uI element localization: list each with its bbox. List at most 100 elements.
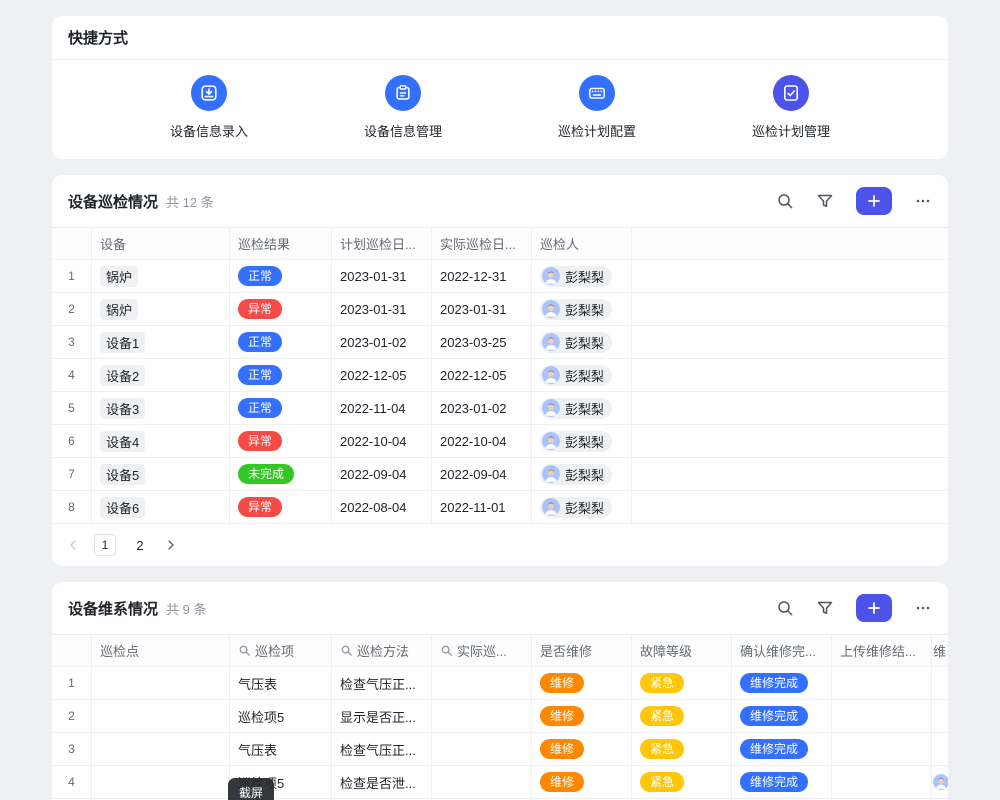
inspector-cell[interactable]: 彭梨梨 xyxy=(532,293,632,325)
planned-date-cell[interactable]: 2023-01-02 xyxy=(332,326,432,358)
actual-date-cell[interactable]: 2022-09-04 xyxy=(432,458,532,490)
row-number[interactable]: 3 xyxy=(52,326,92,358)
table-row[interactable]: 3 气压表 检查气压正... 维修 紧急 维修完成 xyxy=(52,733,948,766)
result-cell[interactable]: 异常 xyxy=(230,491,332,523)
method-cell[interactable]: 检查是否泄... xyxy=(332,766,432,798)
item-cell[interactable]: 气压表 xyxy=(230,733,332,765)
search-icon[interactable] xyxy=(776,192,794,210)
result-cell[interactable]: 异常 xyxy=(230,425,332,457)
row-number[interactable]: 3 xyxy=(52,733,92,765)
more-icon[interactable] xyxy=(914,599,932,617)
device-cell[interactable]: 设备3 xyxy=(92,392,230,424)
result-cell[interactable]: 异常 xyxy=(230,293,332,325)
add-record-button[interactable] xyxy=(856,187,892,215)
repair-cell[interactable]: 维修 xyxy=(532,700,632,732)
filter-icon[interactable] xyxy=(816,192,834,210)
level-cell[interactable]: 紧急 xyxy=(632,733,732,765)
table-row[interactable]: 5 设备3 正常 2022-11-04 2023-01-02 彭梨梨 xyxy=(52,392,948,425)
inspector-cell[interactable]: 彭梨梨 xyxy=(532,392,632,424)
result-cell[interactable]: 未完成 xyxy=(230,458,332,490)
device-cell[interactable]: 锅炉 xyxy=(92,293,230,325)
level-cell[interactable]: 紧急 xyxy=(632,667,732,699)
confirm-cell[interactable]: 维修完成 xyxy=(732,700,832,732)
row-number[interactable]: 4 xyxy=(52,766,92,798)
planned-date-cell[interactable]: 2023-01-31 xyxy=(332,260,432,292)
inspector-cell[interactable]: 彭梨梨 xyxy=(532,260,632,292)
row-number[interactable]: 7 xyxy=(52,458,92,490)
table-row[interactable]: 4 设备2 正常 2022-12-05 2022-12-05 彭梨梨 xyxy=(52,359,948,392)
extra-cell[interactable] xyxy=(932,667,948,699)
device-cell[interactable]: 设备2 xyxy=(92,359,230,391)
upload-cell[interactable] xyxy=(832,667,932,699)
column-header-level[interactable]: 故障等级 xyxy=(632,635,732,666)
inspector-cell[interactable]: 彭梨梨 xyxy=(532,425,632,457)
result-cell[interactable]: 正常 xyxy=(230,260,332,292)
column-header-inspector[interactable]: 巡检人 xyxy=(532,228,632,259)
column-header-upload[interactable]: 上传维修结... xyxy=(832,635,932,666)
page-button[interactable]: 2 xyxy=(130,538,150,553)
device-cell[interactable]: 锅炉 xyxy=(92,260,230,292)
actual-cell[interactable] xyxy=(432,733,532,765)
confirm-cell[interactable]: 维修完成 xyxy=(732,766,832,798)
shortcut-plan-manage[interactable]: 巡检计划管理 xyxy=(694,75,888,140)
column-header-extra[interactable]: 维 xyxy=(932,635,948,666)
method-cell[interactable]: 检查气压正... xyxy=(332,733,432,765)
table-row[interactable]: 8 设备6 异常 2022-08-04 2022-11-01 彭梨梨 xyxy=(52,491,948,524)
actual-date-cell[interactable]: 2023-01-02 xyxy=(432,392,532,424)
result-cell[interactable]: 正常 xyxy=(230,326,332,358)
actual-cell[interactable] xyxy=(432,700,532,732)
result-cell[interactable]: 正常 xyxy=(230,359,332,391)
level-cell[interactable]: 紧急 xyxy=(632,766,732,798)
table-row[interactable]: 2 巡检项5 显示是否正... 维修 紧急 维修完成 xyxy=(52,700,948,733)
inspector-cell[interactable]: 彭梨梨 xyxy=(532,359,632,391)
table-row[interactable]: 3 设备1 正常 2023-01-02 2023-03-25 彭梨梨 xyxy=(52,326,948,359)
actual-date-cell[interactable]: 2022-10-04 xyxy=(432,425,532,457)
actual-date-cell[interactable]: 2023-03-25 xyxy=(432,326,532,358)
method-cell[interactable]: 检查气压正... xyxy=(332,667,432,699)
device-cell[interactable]: 设备1 xyxy=(92,326,230,358)
table-row[interactable]: 6 设备4 异常 2022-10-04 2022-10-04 彭梨梨 xyxy=(52,425,948,458)
row-number[interactable]: 1 xyxy=(52,260,92,292)
table-row[interactable]: 1 锅炉 正常 2023-01-31 2022-12-31 彭梨梨 xyxy=(52,260,948,293)
table-row[interactable]: 4 巡检项5 检查是否泄... 维修 紧急 维修完成 xyxy=(52,766,948,799)
shortcut-plan-config[interactable]: 巡检计划配置 xyxy=(500,75,694,140)
result-cell[interactable]: 正常 xyxy=(230,392,332,424)
shortcut-device-manage[interactable]: 设备信息管理 xyxy=(306,75,500,140)
chevron-right-icon[interactable] xyxy=(164,538,178,552)
table-row[interactable]: 2 锅炉 异常 2023-01-31 2023-01-31 彭梨梨 xyxy=(52,293,948,326)
point-cell[interactable] xyxy=(92,733,230,765)
column-header-planned[interactable]: 计划巡检日... xyxy=(332,228,432,259)
item-cell[interactable]: 巡检项5 xyxy=(230,700,332,732)
actual-date-cell[interactable]: 2022-11-01 xyxy=(432,491,532,523)
planned-date-cell[interactable]: 2023-01-31 xyxy=(332,293,432,325)
planned-date-cell[interactable]: 2022-12-05 xyxy=(332,359,432,391)
column-header-method[interactable]: 巡检方法 xyxy=(332,635,432,666)
inspector-cell[interactable]: 彭梨梨 xyxy=(532,491,632,523)
actual-cell[interactable] xyxy=(432,667,532,699)
actual-date-cell[interactable]: 2023-01-31 xyxy=(432,293,532,325)
row-number[interactable]: 8 xyxy=(52,491,92,523)
device-cell[interactable]: 设备6 xyxy=(92,491,230,523)
point-cell[interactable] xyxy=(92,700,230,732)
row-number[interactable]: 6 xyxy=(52,425,92,457)
column-header-result[interactable]: 巡检结果 xyxy=(230,228,332,259)
repair-cell[interactable]: 维修 xyxy=(532,667,632,699)
point-cell[interactable] xyxy=(92,667,230,699)
confirm-cell[interactable]: 维修完成 xyxy=(732,667,832,699)
upload-cell[interactable] xyxy=(832,766,932,798)
actual-date-cell[interactable]: 2022-12-05 xyxy=(432,359,532,391)
extra-cell[interactable] xyxy=(932,733,948,765)
level-cell[interactable]: 紧急 xyxy=(632,700,732,732)
page-button-current[interactable]: 1 xyxy=(94,534,116,556)
column-header-confirm[interactable]: 确认维修完... xyxy=(732,635,832,666)
upload-cell[interactable] xyxy=(832,700,932,732)
extra-cell[interactable] xyxy=(932,766,948,798)
column-header-point[interactable]: 巡检点 xyxy=(92,635,230,666)
planned-date-cell[interactable]: 2022-08-04 xyxy=(332,491,432,523)
planned-date-cell[interactable]: 2022-10-04 xyxy=(332,425,432,457)
search-icon[interactable] xyxy=(776,599,794,617)
actual-date-cell[interactable]: 2022-12-31 xyxy=(432,260,532,292)
confirm-cell[interactable]: 维修完成 xyxy=(732,733,832,765)
column-header-item[interactable]: 巡检项 xyxy=(230,635,332,666)
device-cell[interactable]: 设备4 xyxy=(92,425,230,457)
